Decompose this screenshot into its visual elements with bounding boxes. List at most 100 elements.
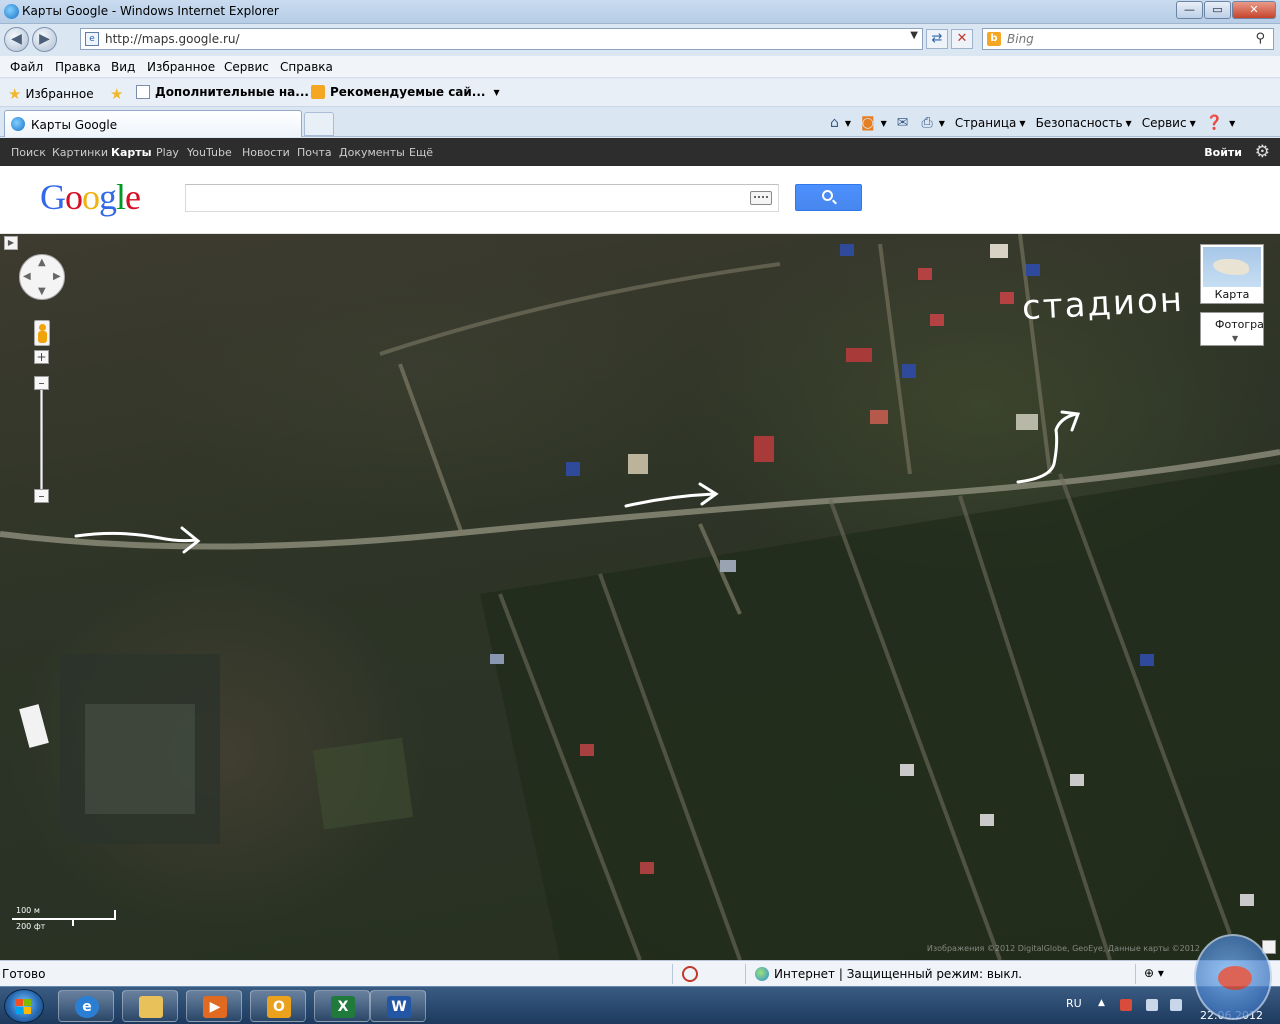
mail-button[interactable]: ✉	[897, 115, 912, 131]
gbar-search[interactable]: Поиск	[11, 146, 46, 159]
stop-icon[interactable]: ✕	[951, 29, 973, 49]
zoom-out-button[interactable]: –	[34, 489, 49, 503]
pan-right-icon[interactable]: ▶	[53, 271, 61, 282]
tab-google-maps[interactable]: Карты Google	[4, 110, 302, 137]
home-button[interactable]: ⌂ ▼	[830, 115, 851, 131]
tab-row: Карты Google ⌂ ▼ ◙ ▼ ✉ ⎙ ▼ Страница ▼ Безопа…	[0, 107, 1280, 137]
gbar-maps[interactable]: Карты	[111, 146, 152, 159]
taskbar-ie[interactable]: e	[58, 990, 114, 1022]
pan-left-icon[interactable]: ◀	[23, 271, 31, 282]
taskbar-outlook[interactable]: O	[250, 990, 306, 1022]
safety-menu[interactable]: Безопасность ▼	[1036, 116, 1132, 130]
print-icon: ⎙	[921, 115, 933, 131]
add-favorite-button[interactable]: ★	[110, 85, 127, 103]
language-indicator[interactable]: RU	[1066, 997, 1082, 1010]
gbar-youtube[interactable]: YouTube	[187, 146, 232, 159]
satellite-imagery	[0, 234, 1280, 960]
media-player-icon: ▶	[203, 996, 227, 1018]
maximize-button[interactable]: ▭	[1204, 1, 1231, 19]
gear-icon[interactable]: ⚙	[1255, 142, 1270, 162]
taskbar-word[interactable]: W	[370, 990, 426, 1022]
gbar-play[interactable]: Play	[156, 146, 179, 159]
watermark-logo	[1194, 934, 1272, 1020]
scale-metric: 100 м	[16, 906, 40, 915]
close-button[interactable]: ✕	[1232, 1, 1276, 19]
collapse-panel-button[interactable]: ▶	[4, 236, 18, 250]
google-logo[interactable]: Google	[40, 176, 141, 218]
gbar-images[interactable]: Картинки	[52, 146, 108, 159]
suggested-sites-link[interactable]: Рекомендуемые сай... ▼	[311, 85, 500, 99]
tools-menu[interactable]: Сервис ▼	[1142, 116, 1196, 130]
favorites-label: Избранное	[25, 87, 94, 101]
sign-in-link[interactable]: Войти	[1204, 146, 1242, 159]
security-zone[interactable]: Интернет | Защищенный режим: выкл.	[755, 967, 1022, 981]
pan-control[interactable]: ▲ ▼ ◀ ▶	[19, 254, 65, 300]
back-button[interactable]: ◀	[4, 27, 29, 52]
addons-link[interactable]: Дополнительные на... ▼	[136, 85, 323, 99]
maps-search-box[interactable]	[185, 184, 779, 212]
maps-search-input[interactable]	[192, 190, 742, 206]
suggested-label: Рекомендуемые сай...	[330, 85, 486, 99]
star-icon: ★	[8, 85, 22, 103]
page-icon	[136, 85, 150, 99]
rss-icon: ◙	[861, 115, 875, 131]
addon-icon[interactable]	[682, 966, 698, 982]
google-header: Google	[0, 166, 1280, 234]
page-menu[interactable]: Страница ▼	[955, 116, 1026, 130]
volume-icon[interactable]	[1170, 999, 1182, 1011]
tab-label: Карты Google	[31, 118, 118, 132]
start-button[interactable]	[4, 989, 44, 1023]
menu-tools[interactable]: Сервис	[224, 60, 269, 74]
favorites-button[interactable]: ★ Избранное	[8, 85, 94, 103]
taskbar: e ▶ O X W RU ▲ 22.06.2012	[0, 986, 1280, 1024]
refresh-icon[interactable]: ⇄	[926, 29, 948, 49]
new-tab-button[interactable]	[304, 112, 334, 136]
network-icon[interactable]	[1120, 999, 1132, 1011]
pan-down-icon[interactable]: ▼	[38, 286, 46, 297]
zoom-in-button[interactable]: +	[34, 350, 49, 364]
help-button[interactable]: ❓ ▼	[1206, 115, 1236, 131]
gbar-more[interactable]: Ещё	[409, 146, 433, 159]
pegman-icon[interactable]	[34, 320, 50, 346]
url-input[interactable]	[105, 32, 895, 46]
maps-search-button[interactable]	[795, 184, 862, 211]
chevron-down-icon[interactable]: ▼	[910, 30, 918, 41]
show-hidden-icons[interactable]: ▲	[1098, 998, 1105, 1008]
taskbar-media-player[interactable]: ▶	[186, 990, 242, 1022]
menu-favorites[interactable]: Избранное	[147, 60, 215, 74]
address-bar[interactable]: e ▼	[80, 28, 923, 50]
action-center-icon[interactable]	[1146, 999, 1158, 1011]
keyboard-icon[interactable]	[750, 191, 772, 205]
map-view[interactable]: ▶ ▲ ▼ ◀ ▶ + – – Карта Фотограф ▼ стадион…	[0, 234, 1280, 960]
map-type-satellite-button[interactable]: Фотограф ▼	[1200, 312, 1264, 346]
map-thumbnail	[1203, 247, 1261, 287]
menu-edit[interactable]: Правка	[55, 60, 101, 74]
search-icon[interactable]: ⚲	[1255, 31, 1265, 46]
tools-menu-label: Сервис	[1141, 116, 1187, 130]
chevron-down-icon: ▼	[1232, 334, 1239, 343]
menu-view[interactable]: Вид	[111, 60, 135, 74]
status-text: Готово	[2, 967, 46, 981]
window-title: Карты Google - Windows Internet Explorer	[22, 4, 279, 18]
search-box[interactable]: b ⚲	[982, 28, 1274, 50]
gbar-news[interactable]: Новости	[242, 146, 290, 159]
pan-up-icon[interactable]: ▲	[38, 257, 46, 268]
outlook-icon: O	[267, 996, 291, 1018]
zoom-slider-handle[interactable]: –	[34, 376, 49, 390]
print-button[interactable]: ⎙ ▼	[922, 115, 945, 131]
search-input[interactable]	[1007, 32, 1237, 46]
taskbar-excel[interactable]: X	[314, 990, 370, 1022]
taskbar-explorer[interactable]	[122, 990, 178, 1022]
forward-button[interactable]: ▶	[32, 27, 57, 52]
window-controls: — ▭ ✕	[1175, 1, 1276, 19]
menu-help[interactable]: Справка	[280, 60, 333, 74]
gbar-mail[interactable]: Почта	[297, 146, 332, 159]
gbar-docs[interactable]: Документы	[339, 146, 405, 159]
minimize-button[interactable]: —	[1176, 1, 1203, 19]
feeds-button[interactable]: ◙ ▼	[861, 115, 887, 131]
zoom-slider[interactable]	[40, 382, 43, 494]
menu-file[interactable]: Файл	[10, 60, 43, 74]
zoom-level-button[interactable]: ⊕ ▾	[1144, 966, 1164, 980]
map-type-map-button[interactable]: Карта	[1200, 244, 1264, 304]
map-copyright[interactable]: Изображения ©2012 DigitalGlobe, GeoEye, …	[927, 944, 1200, 953]
